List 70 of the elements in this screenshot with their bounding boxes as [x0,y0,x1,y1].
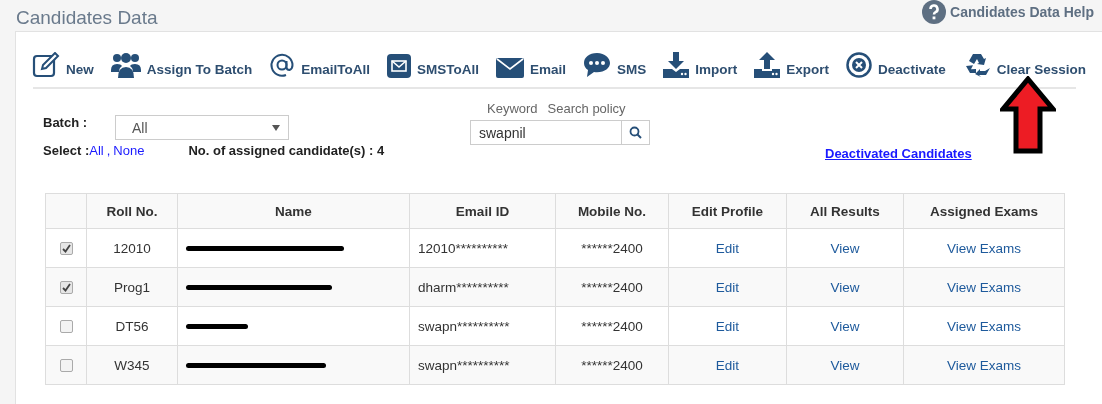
toolbar-button[interactable]: Deactivate [846,52,946,78]
table-cell: swapn********** [409,306,556,346]
column-header: Assigned Exams [903,193,1065,229]
edit-link[interactable]: Edit [715,318,740,334]
row-checkbox[interactable] [59,359,73,373]
table-cell: 12010 [86,228,178,268]
at-sign-icon [269,52,296,78]
edit-link[interactable]: Edit [715,240,740,256]
circle-x-icon [846,52,873,78]
table-cell: W345 [86,345,178,385]
toolbar-button[interactable]: Clear Session [962,52,1086,78]
deactivated-candidates-link[interactable]: Deactivated Candidates [825,146,972,161]
column-header: Name [177,193,410,229]
keyword-label: Keyword [487,101,538,116]
view-link[interactable]: View [830,318,860,334]
toolbar-button[interactable]: Import [663,52,738,78]
table-cell: ******2400 [555,306,669,346]
envelope-icon [496,56,525,78]
download-icon [663,52,690,78]
select-all-link[interactable]: All [89,143,104,158]
chat-bubble-icon [583,52,612,78]
row-checkbox[interactable] [59,242,73,256]
caret-icon [272,124,280,131]
column-header: Email ID [409,193,556,229]
view-link[interactable]: View [830,357,860,373]
upload-icon [754,52,781,78]
toolbar-button[interactable]: Email [496,56,567,78]
column-header: Roll No. [86,193,178,229]
edit-link[interactable]: Edit [715,279,740,295]
envelope-square-icon [387,54,412,78]
table-cell: DT56 [86,306,178,346]
help-link[interactable]: Candidates Data Help [922,0,1094,24]
search-policy-label: Search policy [547,101,626,116]
toolbar-button[interactable]: SMSToAll [387,54,480,78]
row-checkbox[interactable] [59,320,73,334]
table-cell: 12010********** [409,228,556,268]
view-exams-link[interactable]: View Exams [947,357,1021,373]
search-button[interactable] [622,120,650,145]
view-exams-link[interactable]: View Exams [947,318,1021,334]
column-header: All Results [786,193,904,229]
view-exams-link[interactable]: View Exams [947,279,1021,295]
row-checkbox[interactable] [59,281,73,295]
separator-text: , [106,143,111,158]
view-exams-link[interactable]: View Exams [947,240,1021,256]
page-title: Candidates Data [16,6,158,29]
view-link[interactable]: View [830,279,860,295]
select-none-link[interactable]: None [113,143,145,158]
users-icon [110,52,141,78]
table-cell: ******2400 [555,228,669,268]
table-cell: ******2400 [555,267,669,307]
assigned-count: No. of assigned candidate(s) : 4 [188,143,385,158]
edit-icon [32,52,60,78]
toolbar-button[interactable]: Assign To Batch [110,52,253,78]
batch-label: Batch : [43,115,89,130]
edit-link[interactable]: Edit [715,357,740,373]
search-icon [629,126,642,139]
toolbar-button[interactable]: EmailToAll [269,52,371,78]
table-cell: ******2400 [555,345,669,385]
table-cell: dharm********** [409,267,556,307]
toolbar-button[interactable]: New [32,52,94,78]
toolbar-button[interactable]: SMS [583,52,647,78]
select-label: Select : [43,143,90,158]
view-link[interactable]: View [830,240,860,256]
table-cell: Prog1 [86,267,178,307]
column-header: Mobile No. [555,193,669,229]
batch-dropdown[interactable]: All [115,115,289,140]
column-header: Edit Profile [668,193,787,229]
search-field[interactable]: swapnil [470,120,622,145]
toolbar-button[interactable]: Export [754,52,830,78]
table-cell: swapn********** [409,345,556,385]
